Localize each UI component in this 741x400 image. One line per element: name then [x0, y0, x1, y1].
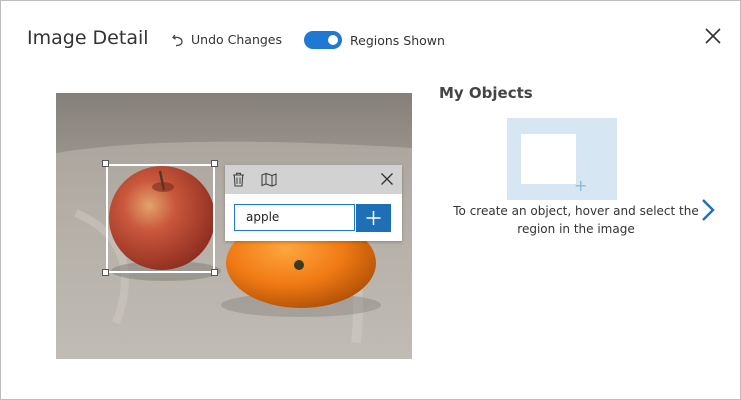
regions-shown-toggle[interactable] — [304, 31, 342, 49]
trash-icon[interactable] — [232, 172, 245, 187]
tag-editor-popup: apple — [225, 165, 402, 241]
close-icon[interactable] — [380, 172, 394, 186]
selected-region[interactable] — [106, 164, 215, 273]
plus-icon — [366, 211, 381, 225]
undo-icon — [172, 34, 183, 46]
dialog-title: Image Detail — [27, 27, 149, 49]
region-handle-top-left[interactable] — [102, 160, 109, 167]
chevron-right-icon[interactable] — [700, 198, 716, 222]
undo-changes-button[interactable]: Undo Changes — [172, 32, 282, 47]
plus-icon: + — [574, 176, 588, 195]
dashed-region-icon — [521, 134, 576, 184]
tag-name-input[interactable]: apple — [234, 204, 355, 231]
regions-shown-label: Regions Shown — [350, 32, 445, 48]
my-objects-heading: My Objects — [439, 84, 533, 102]
region-handle-bottom-right[interactable] — [211, 269, 218, 276]
object-placeholder: + — [507, 118, 617, 200]
add-tag-button[interactable] — [356, 204, 391, 232]
create-object-hint: To create an object, hover and select th… — [453, 204, 699, 236]
tag-editor-toolbar — [225, 165, 402, 194]
image-detail-dialog: Image Detail Undo Changes Regions Shown — [0, 0, 741, 400]
toggle-knob — [328, 35, 338, 45]
close-icon[interactable] — [704, 27, 722, 45]
map-icon[interactable] — [261, 172, 277, 187]
undo-changes-label: Undo Changes — [191, 32, 282, 47]
region-handle-bottom-left[interactable] — [102, 269, 109, 276]
regions-toggle-group: Regions Shown — [304, 31, 445, 49]
region-handle-top-right[interactable] — [211, 160, 218, 167]
